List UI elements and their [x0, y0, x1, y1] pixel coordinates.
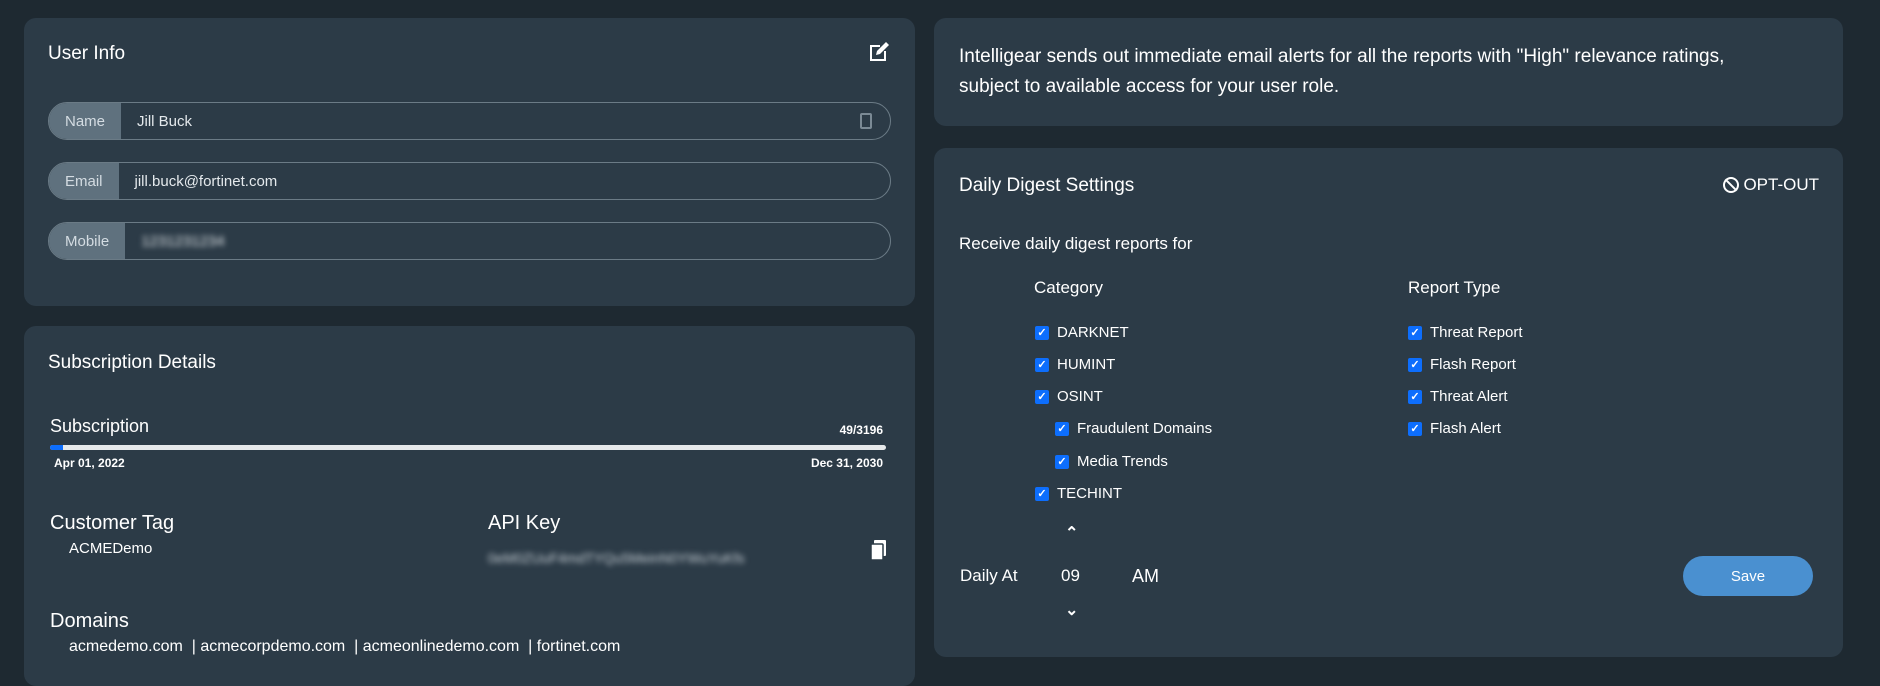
customer-tag: ACMEDemo [69, 540, 153, 557]
daily-at-label: Daily At [960, 566, 1018, 585]
subscription-card: Subscription Details Subscription 49/319… [24, 326, 915, 686]
checkbox-label: OSINT [1057, 388, 1103, 405]
checkbox-techint[interactable]: ✓ TECHINT [1035, 485, 1122, 502]
checkbox-label: Flash Alert [1430, 420, 1501, 437]
save-button[interactable]: Save [1683, 556, 1813, 596]
end-date: Dec 31, 2030 [810, 456, 883, 470]
card-title: Daily Digest Settings [959, 175, 1135, 196]
field-label: Mobile [49, 223, 126, 259]
checkbox-icon: ✓ [1408, 325, 1422, 340]
name-field[interactable]: Name Jill Buck [48, 102, 891, 140]
category-header: Category [1034, 278, 1103, 297]
user-info-card: User Info Name Jill Buck Email jill.buck@f… [24, 18, 915, 306]
domains-list: acmedemo.com | acmecorpdemo.com | acmeon… [69, 638, 621, 655]
hour-down-button[interactable]: ⌄ [1065, 600, 1078, 620]
checkbox-label: DARKNET [1057, 324, 1129, 341]
checkbox-label: HUMINT [1057, 356, 1116, 373]
checkbox-icon: ✓ [1055, 454, 1069, 469]
checkbox-label: Flash Report [1430, 356, 1516, 373]
checkbox-humint[interactable]: ✓ HUMINT [1035, 356, 1115, 373]
subscription-progress [50, 445, 886, 450]
domains-label: Domains [50, 610, 129, 632]
email-alert-notice: Intelligear sends out immediate email al… [934, 18, 1843, 126]
checkbox-media-trends[interactable]: ✓ Media Trends [1055, 453, 1168, 470]
checkbox-label: Threat Alert [1430, 388, 1508, 405]
report-type-header: Report Type [1408, 278, 1501, 297]
checkbox-icon: ✓ [1035, 486, 1049, 501]
opt-out-button[interactable]: OPT-OUT [1723, 175, 1819, 195]
email-field[interactable]: Email jill.buck@fortinet.com [48, 162, 891, 200]
copy-icon[interactable] [870, 540, 888, 562]
checkbox-fraudulent-domains[interactable]: ✓ Fraudulent Domains [1055, 420, 1212, 437]
checkbox-icon: ✓ [1035, 325, 1049, 340]
hour-up-button[interactable]: ⌃ [1065, 523, 1078, 543]
field-value: Jill Buck [137, 112, 193, 130]
field-value: 1231231234 [141, 232, 225, 250]
ampm-toggle[interactable]: AM [1132, 566, 1159, 587]
field-label: Name [49, 103, 122, 139]
opt-out-label: OPT-OUT [1743, 175, 1819, 194]
checkbox-flash-alert[interactable]: ✓ Flash Alert [1408, 420, 1501, 437]
hour-value[interactable]: 09 [1061, 566, 1080, 586]
block-icon [1723, 177, 1740, 193]
card-title: User Info [48, 43, 126, 64]
field-label: Email [49, 163, 119, 199]
daily-digest-card: Daily Digest Settings OPT-OUT Receive da… [934, 148, 1843, 657]
customer-tag-label: Customer Tag [50, 512, 175, 534]
api-key: 0eM0ZUuF4mdTYQu5MeinN0YWuYuKfs [488, 550, 745, 566]
receive-label: Receive daily digest reports for [959, 234, 1193, 253]
checkbox-icon: ✓ [1408, 389, 1422, 404]
checkbox-darknet[interactable]: ✓ DARKNET [1035, 324, 1129, 341]
checkbox-label: TECHINT [1057, 485, 1122, 502]
checkbox-icon: ✓ [1035, 389, 1049, 404]
checkbox-icon: ✓ [1408, 357, 1422, 372]
checkbox-flash-report[interactable]: ✓ Flash Report [1408, 356, 1516, 373]
edit-icon[interactable] [867, 40, 891, 64]
contact-card-icon [860, 113, 872, 129]
card-title: Subscription Details [48, 352, 216, 373]
notice-text: Intelligear sends out immediate email al… [959, 46, 1725, 97]
checkbox-osint[interactable]: ✓ OSINT [1035, 388, 1103, 405]
subscription-label: Subscription [50, 416, 150, 436]
mobile-field[interactable]: Mobile 1231231234 [48, 222, 891, 260]
start-date: Apr 01, 2022 [54, 456, 125, 470]
checkbox-icon: ✓ [1055, 421, 1069, 436]
checkbox-threat-alert[interactable]: ✓ Threat Alert [1408, 388, 1508, 405]
field-value: jill.buck@fortinet.com [134, 172, 278, 190]
checkbox-label: Threat Report [1430, 324, 1523, 341]
checkbox-icon: ✓ [1035, 357, 1049, 372]
checkbox-label: Fraudulent Domains [1077, 420, 1213, 437]
checkbox-icon: ✓ [1408, 421, 1422, 436]
checkbox-label: Media Trends [1077, 453, 1168, 470]
checkbox-threat-report[interactable]: ✓ Threat Report [1408, 324, 1523, 341]
api-key-label: API Key [488, 512, 561, 534]
subscription-count: 49/3196 [839, 423, 883, 437]
